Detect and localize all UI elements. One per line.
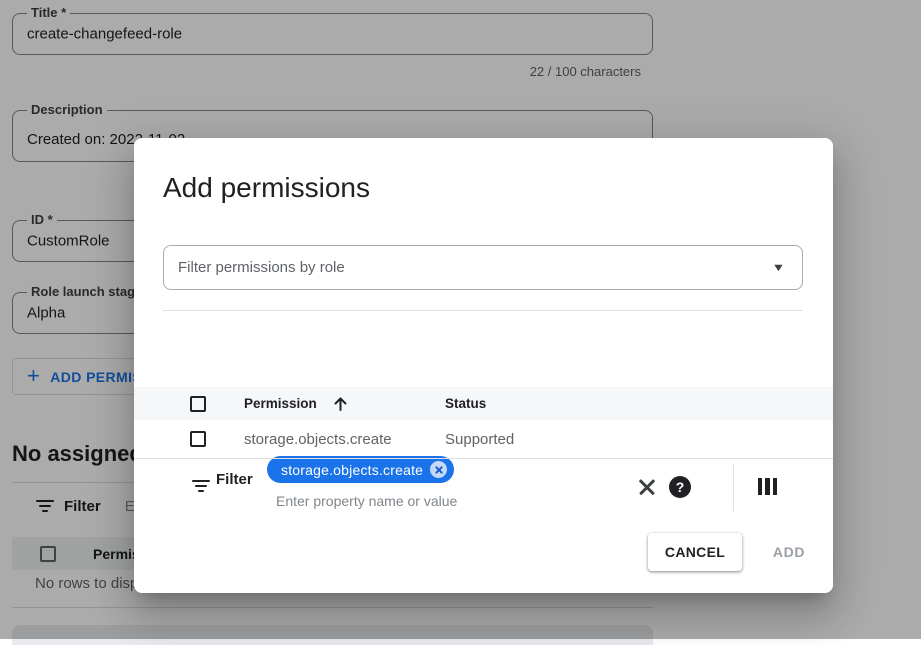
filter-chip[interactable]: storage.objects.create — [267, 456, 454, 483]
create-role-page: Title * create-changefeed-role 22 / 100 … — [0, 0, 921, 639]
dialog-title: Add permissions — [163, 172, 370, 204]
select-all-checkbox[interactable] — [190, 396, 206, 412]
table-header-row: Permission Status — [134, 387, 833, 420]
table-row[interactable]: storage.objects.create Supported — [134, 420, 833, 459]
filter-chip-label: storage.objects.create — [281, 462, 423, 478]
sort-ascending-icon[interactable] — [333, 396, 348, 412]
add-permissions-dialog: Add permissions Filter permissions by ro… — [134, 138, 833, 593]
dialog-footer: CANCEL ADD — [134, 533, 833, 571]
filter-icon — [192, 480, 210, 494]
row-status-cell: Supported — [445, 431, 514, 448]
clear-filters-icon[interactable] — [636, 476, 658, 498]
row-permission-cell: storage.objects.create — [244, 431, 392, 448]
chip-remove-icon[interactable] — [430, 461, 447, 478]
row-checkbox[interactable] — [190, 431, 206, 447]
filter-input-placeholder[interactable]: Enter property name or value — [276, 493, 457, 509]
add-button[interactable]: ADD — [759, 533, 819, 571]
permission-column-header[interactable]: Permission — [244, 396, 348, 412]
help-icon[interactable]: ? — [669, 476, 691, 498]
divider — [163, 310, 803, 311]
filter-by-role-placeholder: Filter permissions by role — [178, 259, 773, 276]
filter-label: Filter — [216, 471, 253, 488]
column-display-options-icon[interactable] — [758, 478, 777, 495]
cancel-button[interactable]: CANCEL — [648, 533, 742, 571]
vertical-divider — [733, 463, 734, 511]
chevron-down-icon: ▼ — [771, 262, 785, 274]
permissions-table: Permission Status storage.objects.create… — [134, 387, 833, 459]
status-column-header[interactable]: Status — [445, 396, 486, 411]
permission-column-label: Permission — [244, 396, 317, 411]
filter-by-role-select[interactable]: Filter permissions by role ▼ — [163, 245, 803, 290]
